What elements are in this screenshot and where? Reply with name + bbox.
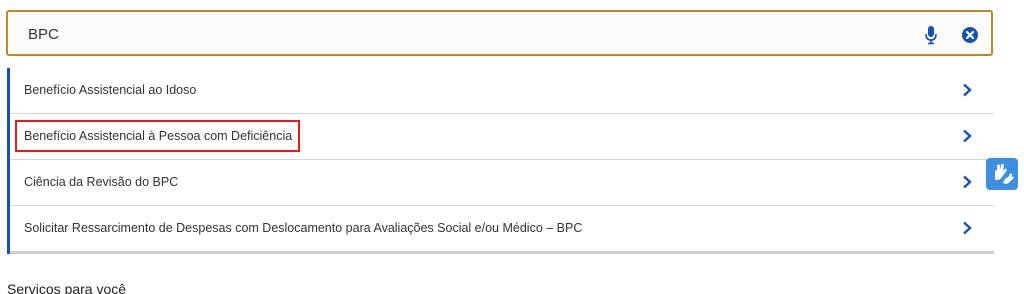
result-label: Benefício Assistencial ao Idoso bbox=[24, 83, 197, 97]
result-item[interactable]: Solicitar Ressarcimento de Despesas com … bbox=[10, 206, 994, 254]
result-item[interactable]: Benefício Assistencial à Pessoa com Defi… bbox=[10, 114, 994, 160]
chevron-right-icon bbox=[963, 129, 972, 143]
chevron-right-icon bbox=[963, 175, 972, 189]
search-results-list: Benefício Assistencial ao Idoso Benefíci… bbox=[7, 68, 994, 254]
result-label: Ciência da Revisão do BPC bbox=[24, 175, 179, 189]
search-input[interactable] bbox=[28, 21, 888, 47]
sign-language-hands-icon bbox=[995, 163, 1014, 184]
result-label: Solicitar Ressarcimento de Despesas com … bbox=[24, 221, 583, 235]
page: Benefício Assistencial ao Idoso Benefíci… bbox=[0, 0, 1024, 294]
clear-circle-x-icon[interactable] bbox=[961, 26, 979, 44]
result-label: Benefício Assistencial à Pessoa com Defi… bbox=[24, 129, 293, 143]
section-title: Serviços para você bbox=[7, 281, 127, 294]
result-item[interactable]: Benefício Assistencial ao Idoso bbox=[10, 68, 994, 114]
chevron-right-icon bbox=[963, 83, 972, 97]
chevron-right-icon bbox=[963, 221, 972, 235]
search-box bbox=[6, 10, 993, 56]
microphone-icon[interactable] bbox=[923, 25, 939, 45]
result-item[interactable]: Ciência da Revisão do BPC bbox=[10, 160, 994, 206]
libras-accessibility-button[interactable] bbox=[986, 158, 1018, 190]
